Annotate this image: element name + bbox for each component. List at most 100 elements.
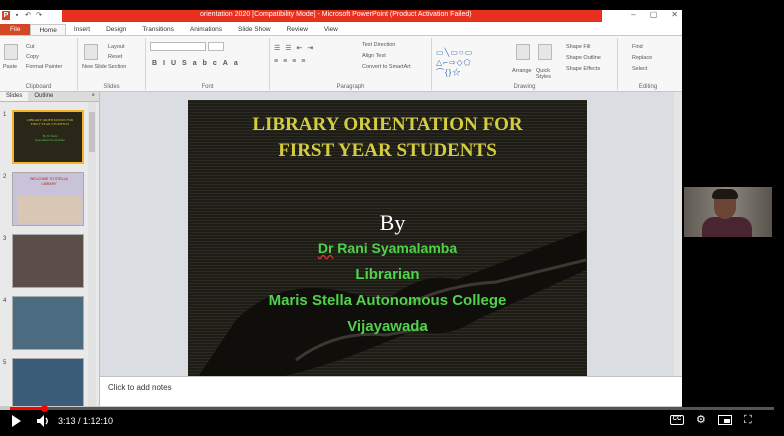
slide-title: LIBRARY ORIENTATION FOR FIRST YEAR STUDE… xyxy=(188,112,587,164)
new-slide-button[interactable]: New Slide xyxy=(82,64,107,70)
slide-thumbnail-1[interactable]: LIBRARY ORIENTATION FOR FIRST YEAR STUDE… xyxy=(12,110,84,164)
list-buttons[interactable]: ☰☰⇤⇥ xyxy=(274,44,318,52)
slide-scrollbar[interactable] xyxy=(674,92,682,382)
progress-scrubber[interactable] xyxy=(41,405,48,412)
fullscreen-icon[interactable]: ⛶ xyxy=(744,412,752,428)
powerpoint-window: P ▪ ↶ ↷ orientation 2020 [Compatibility … xyxy=(0,10,682,410)
thumbnail-subtitle: By Dr Rani Syamalamba Librarian xyxy=(34,134,65,142)
minimize-icon[interactable]: – xyxy=(631,10,635,19)
align-text-button[interactable]: Align Text xyxy=(362,53,386,59)
webcam-overlay xyxy=(684,187,772,237)
window-controls: – ▢ ✕ xyxy=(631,10,678,19)
video-progress-bar[interactable] xyxy=(10,405,774,412)
font-label: Font xyxy=(201,84,214,90)
tab-home[interactable]: Home xyxy=(30,24,66,35)
miniplayer-icon[interactable] xyxy=(718,415,732,425)
tab-view[interactable]: View xyxy=(316,24,346,35)
redo-icon[interactable]: ↷ xyxy=(35,11,43,20)
pane-scrollbar[interactable] xyxy=(88,102,96,410)
window-title: orientation 2020 [Compatibility Mode] - … xyxy=(200,11,472,18)
font-format-buttons[interactable]: BIUSabcAa xyxy=(152,60,244,67)
tab-slide-show[interactable]: Slide Show xyxy=(230,24,279,35)
select-button[interactable]: Select xyxy=(632,66,647,72)
copy-button[interactable]: Copy xyxy=(26,54,39,60)
close-icon[interactable]: ✕ xyxy=(671,10,678,19)
tab-slides[interactable]: Slides xyxy=(0,92,29,101)
settings-gear-icon[interactable]: ⚙ xyxy=(696,412,706,428)
thumbnail-title: WELCOME TO STELLA LIBRARY xyxy=(30,177,68,186)
video-frame: P ▪ ↶ ↷ orientation 2020 [Compatibility … xyxy=(0,0,784,436)
college-name: Maris Stella Autonomous College xyxy=(268,292,507,309)
paragraph-group: ☰☰⇤⇥ ≡≡≡≡ Text Direction Align Text Conv… xyxy=(270,38,432,90)
clipboard-group: Paste Cut Copy Format Painter Clipboard xyxy=(0,38,78,90)
ribbon-tabs: File Home Insert Design Transitions Anim… xyxy=(0,24,682,36)
video-time: 3:13 / 1:12:10 xyxy=(58,416,114,426)
building-photo xyxy=(17,195,81,223)
miniplayer-inner xyxy=(724,419,730,423)
author-role: Librarian xyxy=(355,266,420,283)
find-button[interactable]: Find xyxy=(632,44,643,50)
undo-icon[interactable]: ↶ xyxy=(24,11,32,20)
captions-button[interactable]: CC xyxy=(670,415,684,425)
slide-thumbnail-5[interactable] xyxy=(12,358,84,410)
clipboard-label: Clipboard xyxy=(25,84,52,90)
font-name-box[interactable] xyxy=(150,42,206,51)
smartart-button[interactable]: Convert to SmartArt xyxy=(362,64,411,70)
tab-file[interactable]: File xyxy=(0,24,31,35)
city-name: Vijayawada xyxy=(347,318,428,335)
text-direction-button[interactable]: Text Direction xyxy=(362,42,395,48)
title-line-1: LIBRARY ORIENTATION FOR xyxy=(252,114,523,135)
arrange-button[interactable]: Arrange xyxy=(512,68,532,74)
replace-button[interactable]: Replace xyxy=(632,55,652,61)
presenter-body xyxy=(702,217,752,237)
shapes-gallery[interactable]: ▭╲▭○▭ △⌐⇨◇⬠ ⌒{}☆ xyxy=(436,48,506,78)
slide-thumbnail-4[interactable] xyxy=(12,296,84,350)
play-icon[interactable] xyxy=(12,415,22,427)
paste-button[interactable]: Paste xyxy=(3,64,17,70)
drawing-group: ▭╲▭○▭ △⌐⇨◇⬠ ⌒{}☆ Arrange Quick Styles Shap… xyxy=(432,38,618,90)
notes-pane[interactable]: Click to add notes xyxy=(100,376,682,406)
paragraph-label: Paragraph xyxy=(336,84,365,90)
maximize-icon[interactable]: ▢ xyxy=(650,10,658,19)
close-pane-icon[interactable]: × xyxy=(85,92,99,101)
tab-review[interactable]: Review xyxy=(279,24,316,35)
align-buttons[interactable]: ≡≡≡≡ xyxy=(274,58,310,65)
new-slide-icon[interactable] xyxy=(84,44,98,60)
slide-thumbnail-2[interactable]: WELCOME TO STELLA LIBRARY xyxy=(12,172,84,226)
arrange-icon[interactable] xyxy=(516,44,530,60)
font-group: BIUSabcAa Font xyxy=(146,38,270,90)
tab-transitions[interactable]: Transitions xyxy=(134,24,182,35)
ribbon: Paste Cut Copy Format Painter Clipboard … xyxy=(0,36,682,92)
title-bar: P ▪ ↶ ↷ orientation 2020 [Compatibility … xyxy=(0,10,682,24)
editing-group: Find Replace Select Editing xyxy=(618,38,678,90)
powerpoint-logo-icon: P xyxy=(2,11,10,20)
current-slide[interactable]: LIBRARY ORIENTATION FOR FIRST YEAR STUDE… xyxy=(188,100,587,382)
slide-thumbnail-3[interactable] xyxy=(12,234,84,288)
shape-fill-button[interactable]: Shape Fill xyxy=(566,44,590,50)
reset-button[interactable]: Reset xyxy=(108,54,122,60)
editing-label: Editing xyxy=(638,84,658,90)
scrollbar-thumb[interactable] xyxy=(89,112,95,152)
quick-styles-icon[interactable] xyxy=(538,44,552,60)
slide-number: 2 xyxy=(3,174,7,180)
layout-button[interactable]: Layout xyxy=(108,44,125,50)
title-line-2: FIRST YEAR STUDENTS xyxy=(278,140,497,161)
format-painter-button[interactable]: Format Painter xyxy=(26,64,62,70)
quick-access-toolbar: P ▪ ↶ ↷ xyxy=(2,11,43,20)
save-icon[interactable]: ▪ xyxy=(13,11,21,20)
shape-effects-button[interactable]: Shape Effects xyxy=(566,66,600,72)
quick-styles-button[interactable]: Quick Styles xyxy=(536,68,556,80)
volume-icon[interactable] xyxy=(36,414,50,428)
section-button[interactable]: Section xyxy=(108,64,126,70)
shape-outline-button[interactable]: Shape Outline xyxy=(566,55,601,61)
slide-workspace: LIBRARY ORIENTATION FOR FIRST YEAR STUDE… xyxy=(100,92,674,382)
font-size-box[interactable] xyxy=(208,42,224,51)
tab-design[interactable]: Design xyxy=(98,24,134,35)
paste-icon[interactable] xyxy=(4,44,18,60)
tab-insert[interactable]: Insert xyxy=(66,24,98,35)
slides-pane: Slides Outline × 1 LIBRARY ORIENTATION F… xyxy=(0,92,100,410)
cut-button[interactable]: Cut xyxy=(26,44,35,50)
tab-animations[interactable]: Animations xyxy=(182,24,230,35)
author-line: Dr Rani Syamalamba xyxy=(188,240,587,256)
tab-outline[interactable]: Outline xyxy=(28,92,59,101)
